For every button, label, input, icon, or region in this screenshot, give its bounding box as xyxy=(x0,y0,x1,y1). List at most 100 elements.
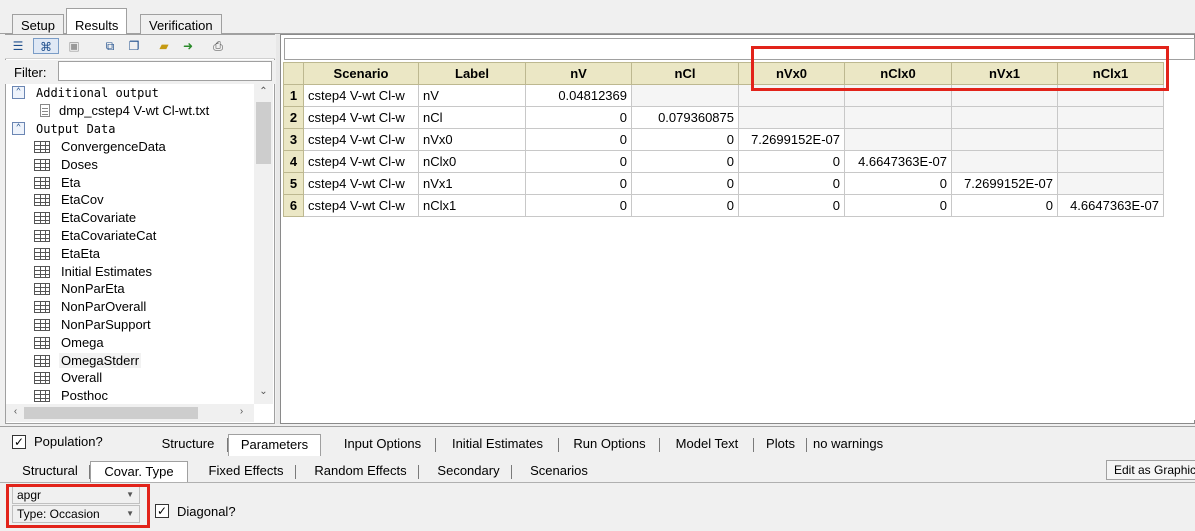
scroll-thumb[interactable] xyxy=(24,407,198,419)
tab-model-text[interactable]: Model Text xyxy=(660,434,754,456)
table-cell xyxy=(1057,172,1164,195)
tab-results[interactable]: Results xyxy=(66,8,128,35)
open-folder-icon[interactable]: ▰ xyxy=(155,38,173,54)
tree-item-convergencedata[interactable]: ConvergenceData xyxy=(34,138,168,156)
table-icon xyxy=(34,230,50,242)
table-icon xyxy=(34,194,50,207)
row-number[interactable]: 1 xyxy=(283,84,304,107)
row-number[interactable]: 5 xyxy=(283,172,304,195)
table-cell xyxy=(1057,150,1164,173)
column-header-label[interactable]: Label xyxy=(418,62,526,85)
tree-vertical-scrollbar[interactable]: ⌃ ⌄ xyxy=(254,84,273,404)
export-icon[interactable]: ➜ xyxy=(179,38,197,54)
tree-item-omega[interactable]: Omega xyxy=(34,334,106,352)
tab-no-warnings[interactable]: no warnings xyxy=(807,434,902,456)
row-number[interactable]: 6 xyxy=(283,194,304,217)
column-header-ncl[interactable]: nCl xyxy=(631,62,739,85)
tree-item-initial-estimates[interactable]: Initial Estimates xyxy=(34,263,154,281)
scroll-right-icon[interactable]: › xyxy=(232,406,251,417)
copy-all-icon[interactable]: ❐ xyxy=(125,38,143,54)
tree-view-icon[interactable]: ⌘ xyxy=(33,38,59,54)
tab-covar-type[interactable]: Covar. Type xyxy=(90,461,188,483)
row-number[interactable]: 3 xyxy=(283,128,304,151)
table-cell: nClx0 xyxy=(418,150,526,173)
column-header-nv[interactable]: nV xyxy=(525,62,632,85)
list-view-icon[interactable]: ☰ xyxy=(9,38,27,54)
table-cell: 0 xyxy=(525,172,632,195)
column-header-scenario[interactable]: Scenario xyxy=(303,62,419,85)
table-cell xyxy=(1057,128,1164,151)
tree-group-label: Output Data xyxy=(36,122,116,136)
print-icon[interactable]: ⎙ xyxy=(209,38,227,54)
table-cell: 0 xyxy=(525,150,632,173)
tab-structural[interactable]: Structural xyxy=(10,461,90,483)
table-cell: 0 xyxy=(738,172,845,195)
table-icon xyxy=(34,319,50,331)
tree-item-etacov[interactable]: EtaCov xyxy=(34,191,106,209)
top-tab-bar: Setup Results Verification xyxy=(0,4,1195,35)
table-row[interactable]: 5 cstep4 V-wt Cl-w nVx1 0 0 0 0 7.2699152E-07 xyxy=(283,172,1164,195)
table-icon xyxy=(34,265,50,278)
collapse-icon[interactable]: ⌃ xyxy=(12,122,25,135)
tab-input-options[interactable]: Input Options xyxy=(329,434,436,456)
tab-fixed-effects[interactable]: Fixed Effects xyxy=(196,461,296,483)
table-row[interactable]: 6 cstep4 V-wt Cl-w nClx1 0 0 0 0 0 4.6647363E-07 xyxy=(283,194,1164,217)
tree-item-label: Doses xyxy=(61,156,98,172)
tree-item-file[interactable]: dmp_cstep4 V-wt Cl-wt.txt xyxy=(40,102,209,120)
table-cell: 0 xyxy=(631,150,739,173)
tree-item-omegastderr[interactable]: OmegaStderr xyxy=(34,352,142,370)
population-checkbox[interactable]: ✓ xyxy=(12,435,26,449)
table-row[interactable]: 4 cstep4 V-wt Cl-w nClx0 0 0 0 4.6647363E-07 xyxy=(283,150,1164,173)
population-checkbox-row[interactable]: ✓ Population? xyxy=(12,433,152,453)
table-cell xyxy=(1057,106,1164,129)
tree-group-output-data[interactable]: ⌃ Output Data xyxy=(12,120,115,138)
row-number[interactable]: 4 xyxy=(283,150,304,173)
tree-item-etacovariate[interactable]: EtaCovariate xyxy=(34,209,138,227)
tree-item-doses[interactable]: Doses xyxy=(34,156,100,174)
tab-structure[interactable]: Structure xyxy=(148,434,228,456)
tab-scenarios[interactable]: Scenarios xyxy=(518,461,600,483)
filter-input[interactable] xyxy=(58,61,272,81)
tree-item-posthoc[interactable]: Posthoc xyxy=(34,387,110,404)
tab-verification[interactable]: Verification xyxy=(140,14,222,35)
tab-run-options[interactable]: Run Options xyxy=(559,434,660,456)
table-cell: cstep4 V-wt Cl-w xyxy=(303,150,419,173)
tree-item-eta[interactable]: Eta xyxy=(34,174,83,192)
table-cell: cstep4 V-wt Cl-w xyxy=(303,128,419,151)
tree-item-nonparsupport[interactable]: NonParSupport xyxy=(34,316,153,334)
diagonal-label: Diagonal? xyxy=(177,504,236,519)
copy-icon[interactable]: ⧉ xyxy=(101,38,119,54)
diagonal-checkbox[interactable]: ✓ xyxy=(155,504,169,518)
divider xyxy=(0,482,1195,483)
collapse-icon[interactable]: ⌃ xyxy=(12,86,25,99)
edit-as-graphic-button[interactable]: Edit as Graphic xyxy=(1106,460,1195,480)
scroll-left-icon[interactable]: ‹ xyxy=(6,406,25,417)
tree-item-etaeta[interactable]: EtaEta xyxy=(34,245,102,263)
scroll-up-icon[interactable]: ⌃ xyxy=(254,86,273,97)
row-number[interactable]: 2 xyxy=(283,106,304,129)
tab-setup[interactable]: Setup xyxy=(12,14,64,35)
tree-item-nonparoverall[interactable]: NonParOverall xyxy=(34,298,148,316)
scroll-down-icon[interactable]: ⌄ xyxy=(254,386,273,397)
tab-random-effects[interactable]: Random Effects xyxy=(302,461,419,483)
scroll-thumb[interactable] xyxy=(256,102,271,164)
diagonal-checkbox-row[interactable]: ✓ Diagonal? xyxy=(155,503,255,523)
tab-parameters[interactable]: Parameters xyxy=(228,434,321,456)
tree-item-label: Overall xyxy=(61,370,103,386)
table-row[interactable]: 3 cstep4 V-wt Cl-w nVx0 0 0 7.2699152E-07 xyxy=(283,128,1164,151)
tree-group-additional-output[interactable]: ⌃ Additional output xyxy=(12,84,159,102)
image-view-icon[interactable]: ▣ xyxy=(65,38,83,54)
tree-item-etacovariatecat[interactable]: EtaCovariateCat xyxy=(34,227,158,245)
table-cell: 7.2699152E-07 xyxy=(738,128,845,151)
filter-label: Filter: xyxy=(14,65,47,80)
tree-item-overall[interactable]: Overall xyxy=(34,369,104,387)
table-icon xyxy=(34,336,50,349)
tree-horizontal-scrollbar[interactable]: ‹ › xyxy=(6,404,254,422)
tab-plots[interactable]: Plots xyxy=(754,434,807,456)
highlight-box xyxy=(6,484,150,528)
table-row[interactable]: 2 cstep4 V-wt Cl-w nCl 0 0.079360875 xyxy=(283,106,1164,129)
tab-secondary[interactable]: Secondary xyxy=(425,461,512,483)
tree-item-nonpareta[interactable]: NonParEta xyxy=(34,280,127,298)
divider xyxy=(0,426,1195,427)
tab-initial-estimates[interactable]: Initial Estimates xyxy=(436,434,559,456)
